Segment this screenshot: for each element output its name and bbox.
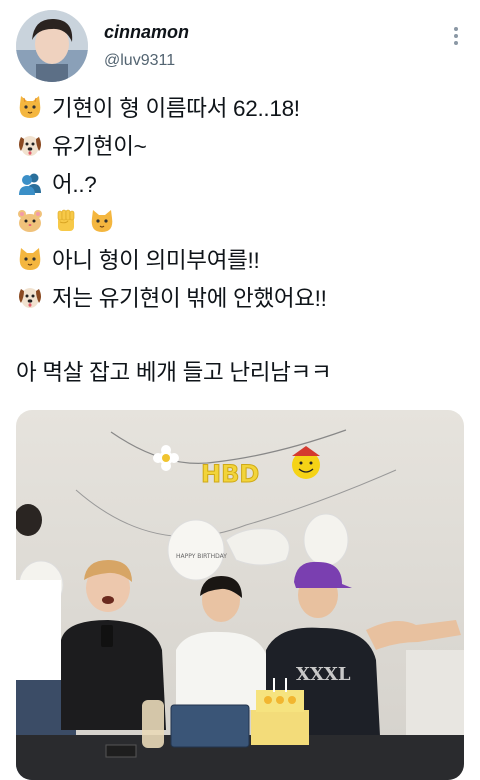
shirt-text: XXXL: [296, 664, 351, 685]
banner-text: HBD: [201, 460, 259, 488]
dog-face-icon: [16, 283, 44, 311]
avatar[interactable]: [16, 10, 88, 82]
tweet-line-text: 아니 형이 의미부여를!!: [52, 248, 260, 273]
tweet-line: 유기현이~: [16, 126, 468, 164]
hamster-face-icon: [16, 207, 44, 235]
display-name[interactable]: cinnamon: [104, 22, 189, 43]
tweet-line: 저는 유기현이 밖에 안했어요!!: [16, 278, 468, 316]
tweet-line-text: 어..?: [52, 172, 97, 197]
dog-face-icon: [16, 131, 44, 159]
tweet-line: 아 멱살 잡고 베개 들고 난리남ㅋㅋ: [16, 352, 468, 390]
tweet-text: 기현이 형 이름따서 62..18! 유기현이~ 어..? 아니 형이 의미부여…: [16, 88, 468, 390]
cat-face-icon: [16, 245, 44, 273]
balloon-text: HAPPY BIRTHDAY: [176, 553, 227, 560]
raised-fist-icon: [52, 207, 80, 235]
tweet-line-text: 유기현이~: [52, 134, 147, 159]
tweet-line: 아니 형이 의미부여를!!: [16, 240, 468, 278]
cat-face-icon: [16, 93, 44, 121]
tweet-closing-text: 아 멱살 잡고 베개 들고 난리남ㅋㅋ: [16, 360, 332, 385]
tweet-media-image[interactable]: HBD HAPPY BIRTHDAY XXXL: [16, 410, 464, 780]
cat-face-icon: [88, 207, 116, 235]
tweet-line-text: 기현이 형 이름따서 62..18!: [52, 96, 300, 121]
tweet-line: [16, 202, 468, 240]
tweet-line-text: 저는 유기현이 밖에 안했어요!!: [52, 286, 327, 311]
more-options-icon[interactable]: [446, 22, 466, 50]
user-handle[interactable]: @luv9311: [104, 52, 175, 70]
busts-in-silhouette-icon: [16, 169, 44, 197]
tweet-line: 어..?: [16, 164, 468, 202]
tweet-header: cinnamon @luv9311: [16, 10, 464, 90]
tweet-line: 기현이 형 이름따서 62..18!: [16, 88, 468, 126]
